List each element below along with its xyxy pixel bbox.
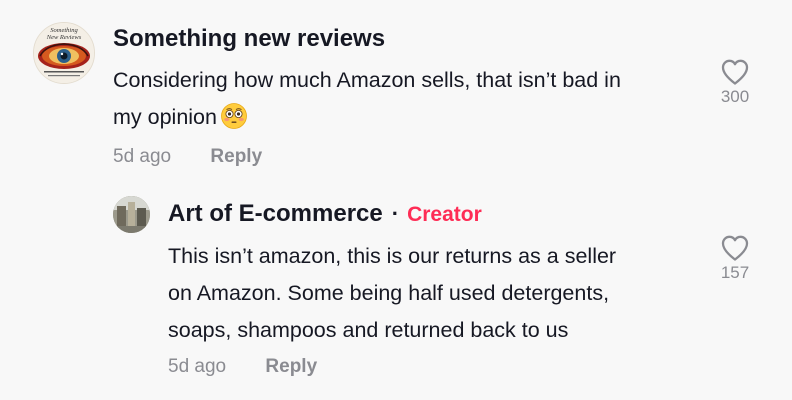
creator-badge: Creator — [407, 203, 482, 226]
comment-text-line: Considering how much Amazon sells, that … — [113, 68, 621, 92]
like-count: 300 — [720, 87, 750, 106]
like-count: 157 — [720, 263, 750, 282]
comment-meta: 5d ago Reply — [113, 146, 262, 168]
like-control: 300 — [705, 58, 765, 107]
comment-text-line: my opinion — [113, 105, 217, 129]
separator-dot: · — [391, 201, 400, 226]
comment-text-line: soaps, shampoos and returned back to us — [168, 318, 569, 342]
comment-author[interactable]: Art of E-commerce — [168, 200, 383, 228]
reply-button[interactable]: Reply — [210, 146, 262, 167]
flushed-face-icon — [221, 103, 247, 129]
comment-author[interactable]: Something new reviews — [113, 25, 385, 53]
reply-comment: Art of E-commerce · Creator This isn’t a… — [0, 190, 792, 400]
heart-outline-icon[interactable] — [720, 234, 750, 262]
avatar[interactable]: Something New Reviews — [33, 22, 95, 84]
comment-text-line: on Amazon. Some being half used detergen… — [168, 281, 610, 305]
comment-text-line-with-emoji: my opinion — [113, 99, 703, 136]
comment-text: Considering how much Amazon sells, that … — [113, 62, 703, 136]
avatar-image: Something New Reviews — [34, 23, 94, 83]
comment-meta: 5d ago Reply — [168, 356, 317, 378]
comment-text: This isn’t amazon, this is our returns a… — [168, 238, 688, 349]
avatar-title-2: New Reviews — [46, 34, 82, 41]
reply-button[interactable]: Reply — [265, 356, 317, 377]
comment: Something New Reviews Something new revi… — [0, 0, 792, 190]
heart-outline-icon[interactable] — [720, 58, 750, 86]
avatar[interactable] — [113, 196, 150, 233]
comment-date: 5d ago — [113, 146, 172, 167]
comment-text-line: This isn’t amazon, this is our returns a… — [168, 244, 617, 268]
comment-date: 5d ago — [168, 356, 227, 377]
author-row: Art of E-commerce · Creator — [168, 200, 482, 228]
comments-thread: Something New Reviews Something new revi… — [0, 0, 792, 400]
avatar-title-1: Something — [50, 27, 78, 34]
avatar-image — [113, 196, 150, 233]
like-control: 157 — [705, 234, 765, 283]
